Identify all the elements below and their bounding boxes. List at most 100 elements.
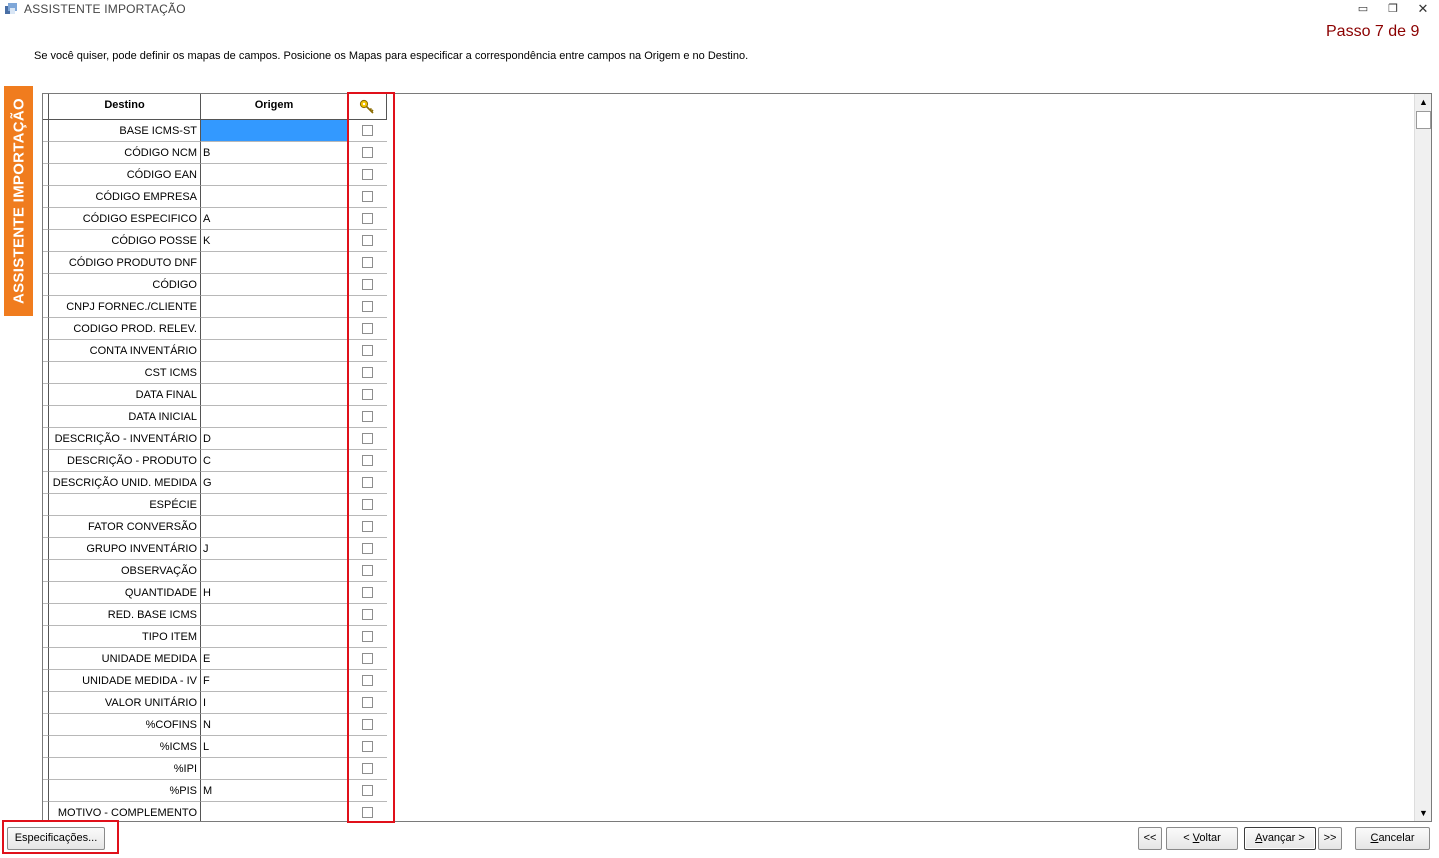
origem-cell[interactable] <box>201 604 348 626</box>
destino-cell[interactable]: CÓDIGO ESPECIFICO <box>49 208 201 230</box>
key-checkbox[interactable] <box>362 433 373 444</box>
table-row[interactable]: CODIGO PROD. RELEV. <box>43 318 387 340</box>
origem-cell[interactable] <box>201 406 348 428</box>
back-button[interactable]: < Voltar <box>1166 827 1238 850</box>
key-checkbox[interactable] <box>362 235 373 246</box>
key-checkbox[interactable] <box>362 125 373 136</box>
origem-cell[interactable] <box>201 560 348 582</box>
destino-cell[interactable]: GRUPO INVENTÁRIO <box>49 538 201 560</box>
last-step-button[interactable]: >> <box>1318 827 1342 850</box>
origem-cell[interactable]: F <box>201 670 348 692</box>
destino-cell[interactable]: TIPO ITEM <box>49 626 201 648</box>
key-checkbox[interactable] <box>362 147 373 158</box>
destino-cell[interactable]: CST ICMS <box>49 362 201 384</box>
table-row[interactable]: CNPJ FORNEC./CLIENTE <box>43 296 387 318</box>
destino-cell[interactable]: OBSERVAÇÃO <box>49 560 201 582</box>
origem-cell[interactable] <box>201 274 348 296</box>
origem-cell[interactable]: N <box>201 714 348 736</box>
table-row[interactable]: CÓDIGO EAN <box>43 164 387 186</box>
origem-cell[interactable] <box>201 340 348 362</box>
destino-cell[interactable]: CÓDIGO PRODUTO DNF <box>49 252 201 274</box>
table-row[interactable]: CÓDIGO EMPRESA <box>43 186 387 208</box>
destino-cell[interactable]: FATOR CONVERSÃO <box>49 516 201 538</box>
table-row[interactable]: UNIDADE MEDIDA E <box>43 648 387 670</box>
key-checkbox[interactable] <box>362 631 373 642</box>
key-checkbox[interactable] <box>362 257 373 268</box>
destino-cell[interactable]: BASE ICMS-ST <box>49 120 201 142</box>
key-checkbox[interactable] <box>362 543 373 554</box>
destino-cell[interactable]: CÓDIGO EMPRESA <box>49 186 201 208</box>
origem-cell[interactable] <box>201 384 348 406</box>
table-row[interactable]: UNIDADE MEDIDA - IV F <box>43 670 387 692</box>
destino-cell[interactable]: CÓDIGO <box>49 274 201 296</box>
origem-cell[interactable] <box>201 120 348 142</box>
key-checkbox[interactable] <box>362 323 373 334</box>
field-map-grid[interactable]: Destino Origem BASE ICMS-ST CÓDIGO NCM B CÓ… <box>42 93 1432 822</box>
key-checkbox[interactable] <box>362 367 373 378</box>
key-checkbox[interactable] <box>362 191 373 202</box>
table-row[interactable]: CÓDIGO ESPECIFICO A <box>43 208 387 230</box>
origem-cell[interactable]: E <box>201 648 348 670</box>
table-row[interactable]: CÓDIGO <box>43 274 387 296</box>
origem-cell[interactable]: A <box>201 208 348 230</box>
table-row[interactable]: DATA INICIAL <box>43 406 387 428</box>
key-checkbox[interactable] <box>362 213 373 224</box>
key-checkbox[interactable] <box>362 697 373 708</box>
destino-cell[interactable]: DATA FINAL <box>49 384 201 406</box>
cancel-button[interactable]: Cancelar <box>1355 827 1430 850</box>
destino-cell[interactable]: %PIS <box>49 780 201 802</box>
table-row[interactable]: DATA FINAL <box>43 384 387 406</box>
destino-cell[interactable]: CÓDIGO POSSE <box>49 230 201 252</box>
destino-cell[interactable]: CÓDIGO EAN <box>49 164 201 186</box>
key-checkbox[interactable] <box>362 455 373 466</box>
specifications-button[interactable]: Especificações... <box>7 827 105 850</box>
key-checkbox[interactable] <box>362 763 373 774</box>
key-checkbox[interactable] <box>362 499 373 510</box>
table-row[interactable]: CST ICMS <box>43 362 387 384</box>
table-row[interactable]: TIPO ITEM <box>43 626 387 648</box>
key-checkbox[interactable] <box>362 411 373 422</box>
origem-cell[interactable] <box>201 252 348 274</box>
destino-cell[interactable]: UNIDADE MEDIDA - IV <box>49 670 201 692</box>
table-row[interactable]: CONTA INVENTÁRIO <box>43 340 387 362</box>
scroll-thumb[interactable] <box>1416 111 1431 129</box>
table-row[interactable]: %COFINS N <box>43 714 387 736</box>
origem-cell[interactable] <box>201 516 348 538</box>
key-checkbox[interactable] <box>362 741 373 752</box>
destino-cell[interactable]: CODIGO PROD. RELEV. <box>49 318 201 340</box>
key-checkbox[interactable] <box>362 609 373 620</box>
table-row[interactable]: %IPI <box>43 758 387 780</box>
table-row[interactable]: MOTIVO - COMPLEMENTO <box>43 802 387 821</box>
origem-cell[interactable] <box>201 296 348 318</box>
destino-cell[interactable]: %COFINS <box>49 714 201 736</box>
close-icon[interactable]: ✕ <box>1414 2 1432 16</box>
origem-cell[interactable] <box>201 318 348 340</box>
origem-cell[interactable]: J <box>201 538 348 560</box>
key-checkbox[interactable] <box>362 807 373 818</box>
restore-icon[interactable]: ❐ <box>1384 2 1402 16</box>
first-step-button[interactable]: << <box>1138 827 1162 850</box>
column-header-origem[interactable]: Origem <box>201 94 348 120</box>
table-row[interactable]: DESCRIÇÃO - INVENTÁRIO D <box>43 428 387 450</box>
origem-cell[interactable] <box>201 626 348 648</box>
table-row[interactable]: VALOR UNITÁRIO I <box>43 692 387 714</box>
table-row[interactable]: CÓDIGO POSSE K <box>43 230 387 252</box>
key-checkbox[interactable] <box>362 719 373 730</box>
scroll-up-icon[interactable]: ▲ <box>1416 94 1431 110</box>
destino-cell[interactable]: ESPÉCIE <box>49 494 201 516</box>
table-row[interactable]: ESPÉCIE <box>43 494 387 516</box>
table-row[interactable]: RED. BASE ICMS <box>43 604 387 626</box>
origem-cell[interactable]: K <box>201 230 348 252</box>
destino-cell[interactable]: DESCRIÇÃO - PRODUTO <box>49 450 201 472</box>
origem-cell[interactable]: M <box>201 780 348 802</box>
origem-cell[interactable]: C <box>201 450 348 472</box>
vertical-scrollbar[interactable]: ▲ ▼ <box>1414 94 1431 821</box>
destino-cell[interactable]: %ICMS <box>49 736 201 758</box>
origem-cell[interactable]: L <box>201 736 348 758</box>
table-row[interactable]: BASE ICMS-ST <box>43 120 387 142</box>
destino-cell[interactable]: CNPJ FORNEC./CLIENTE <box>49 296 201 318</box>
key-checkbox[interactable] <box>362 565 373 576</box>
key-checkbox[interactable] <box>362 675 373 686</box>
table-row[interactable]: OBSERVAÇÃO <box>43 560 387 582</box>
next-button[interactable]: Avançar > <box>1244 827 1316 850</box>
